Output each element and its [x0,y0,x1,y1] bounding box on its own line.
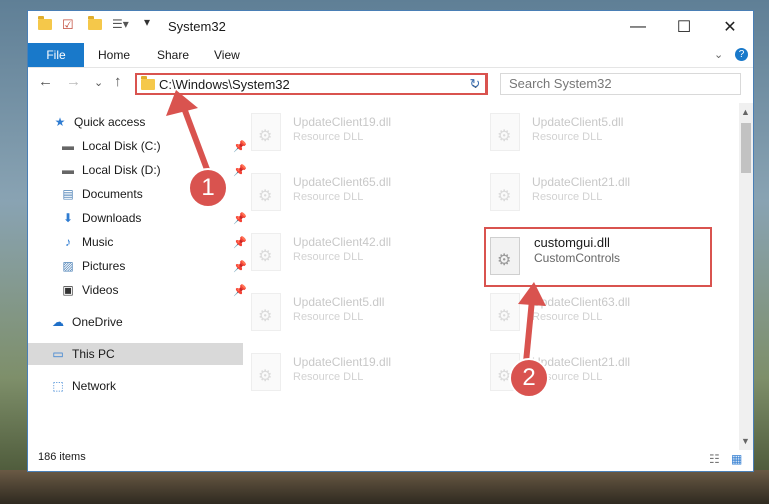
scroll-up-icon[interactable]: ▲ [741,107,750,117]
file-name: UpdateClient21.dll [532,175,631,189]
title-bar: ☑ ☰▾ ▾ System32 — ☐ ✕ [28,11,753,43]
file-type: Resource DLL [293,371,364,383]
sidebar-item-label: OneDrive [72,315,123,329]
file-name: UpdateClient5.dll [293,295,385,309]
file-item[interactable]: UpdateClient5.dll Resource DLL [482,109,712,159]
step-badge-2: 2 [509,358,549,398]
file-item[interactable]: UpdateClient42.dll Resource DLL [243,229,473,279]
address-row: ← → ⌄ ↑ C:\Windows\System32 ⌄ ↻ Search S… [28,68,753,98]
highlighted-file-item[interactable]: customgui.dll CustomControls [484,227,712,287]
file-item[interactable]: UpdateClient5.dll Resource DLL [243,289,473,339]
large-icons-view-icon[interactable]: ▦ [731,452,742,466]
file-type: Resource DLL [293,131,364,143]
music-icon: ♪ [65,235,71,249]
dll-file-icon [490,237,520,275]
sidebar-item-label: Network [72,379,117,393]
sidebar-item-music[interactable]: ♪ Music 📌 [28,231,253,253]
file-type: Resource DLL [293,191,364,203]
file-type: Resource DLL [532,131,603,143]
documents-icon: ▤ [62,187,74,201]
scroll-down-icon[interactable]: ▼ [741,436,750,446]
sidebar-item-onedrive[interactable]: ☁ OneDrive [28,311,243,333]
back-button[interactable]: ← [38,73,53,90]
tab-share[interactable]: Share [149,43,197,67]
properties-icon[interactable]: ☑ [62,17,74,33]
sidebar-item-label: Music [82,235,114,249]
sidebar-item-label: Documents [82,187,143,201]
ribbon: File Home Share View ⌄ ? [28,43,753,68]
dll-file-icon [251,293,281,331]
sidebar-item-videos[interactable]: ▣ Videos 📌 [28,279,253,301]
search-input[interactable]: Search System32 [500,73,741,95]
up-button[interactable]: ↑ [114,73,122,90]
file-name: UpdateClient42.dll [293,235,392,249]
new-folder-icon[interactable] [88,16,102,30]
item-count: 186 items [38,451,86,463]
videos-icon: ▣ [62,283,74,297]
tab-file[interactable]: File [28,43,84,67]
file-type: Resource DLL [532,191,603,203]
details-view-icon[interactable]: ☷ [709,452,720,466]
sidebar-item-label: Pictures [82,259,126,273]
sidebar-item-network[interactable]: ⬚ Network [28,375,243,397]
sidebar-item-label: Quick access [74,115,146,129]
dll-file-icon [490,113,520,151]
file-name: UpdateClient19.dll [293,355,392,369]
scroll-thumb[interactable] [741,123,751,173]
desktop-background [0,470,769,504]
sidebar-item-label: Local Disk (C:) [82,139,161,153]
sidebar-item-label: This PC [72,347,115,361]
dll-file-icon [251,173,281,211]
file-item[interactable]: UpdateClient21.dll Resource DLL [482,169,712,219]
folder-icon [38,16,52,30]
file-type: Resource DLL [293,311,364,323]
step-badge-1: 1 [188,168,228,208]
drive-icon: ▬ [62,163,74,177]
expand-ribbon-icon[interactable]: ⌄ [714,48,723,61]
sidebar-item-downloads[interactable]: ⬇ Downloads 📌 [28,207,253,229]
maximize-button[interactable]: ☐ [661,11,707,43]
file-item[interactable]: UpdateClient19.dll Resource DLL [243,109,473,159]
file-name: UpdateClient19.dll [293,115,392,129]
help-icon[interactable]: ? [735,48,748,61]
dll-file-icon [251,233,281,271]
network-icon: ⬚ [52,379,64,393]
cloud-icon: ☁ [52,315,64,329]
dll-file-icon [251,353,281,391]
quick-access-customize-icon[interactable]: ☰▾ [112,17,129,31]
recent-locations-button[interactable]: ⌄ [94,76,103,89]
pictures-icon: ▨ [62,259,74,273]
folder-icon [141,76,155,93]
minimize-button[interactable]: — [615,11,661,43]
chevron-down-icon[interactable]: ▾ [144,15,150,29]
sidebar-item-label: Downloads [82,211,142,225]
file-type: CustomControls [534,251,621,265]
file-type: Resource DLL [293,251,364,263]
drive-icon: ▬ [62,139,74,153]
window-title: System32 [168,19,226,34]
sidebar-item-label: Local Disk (D:) [82,163,161,177]
file-item[interactable]: UpdateClient19.dll Resource DLL [243,349,473,399]
status-bar: 186 items ☷ ▦ [28,447,753,471]
star-icon: ★ [54,115,66,129]
dll-file-icon [251,113,281,151]
file-item[interactable]: UpdateClient65.dll Resource DLL [243,169,473,219]
sidebar-item-pictures[interactable]: ▨ Pictures 📌 [28,255,253,277]
refresh-button[interactable]: ↻ [464,73,488,95]
tab-view[interactable]: View [206,43,248,67]
download-icon: ⬇ [62,211,74,225]
file-name: UpdateClient5.dll [532,115,624,129]
file-name: UpdateClient65.dll [293,175,392,189]
sidebar-item-label: Videos [82,283,119,297]
file-name: customgui.dll [534,235,610,250]
dll-file-icon [490,173,520,211]
vertical-scrollbar[interactable]: ▲ ▼ [739,103,753,450]
tab-home[interactable]: Home [90,43,138,67]
computer-icon: ▭ [52,347,64,361]
sidebar-item-this-pc[interactable]: ▭ This PC [28,343,243,365]
forward-button[interactable]: → [66,73,81,90]
close-button[interactable]: ✕ [707,11,753,43]
file-explorer-window: ☑ ☰▾ ▾ System32 — ☐ ✕ File Home Share Vi… [27,10,754,472]
